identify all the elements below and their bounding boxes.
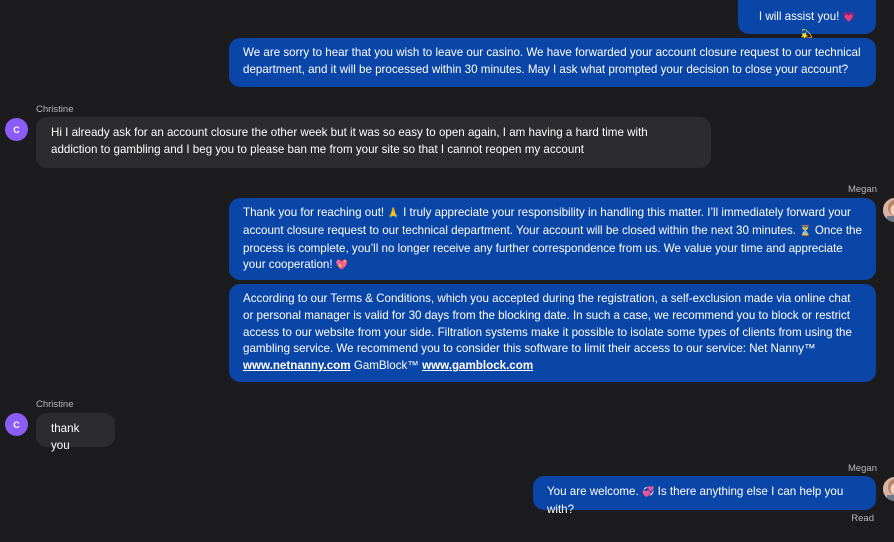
message-text: You are welcome. (547, 485, 639, 498)
avatar-initial: C (13, 124, 20, 135)
agent-message: According to our Terms & Conditions, whi… (229, 284, 876, 382)
heart-emoji: 💖 (335, 260, 349, 272)
user-avatar: C (5, 118, 28, 141)
agent-message: You are welcome. 💞 Is there anything els… (533, 476, 876, 516)
agent-message: Thank you for reaching out! 🙏 I truly ap… (229, 198, 876, 280)
hourglass-emoji: ⏳ (799, 225, 812, 237)
message-text: We are sorry to hear that you wish to le… (243, 46, 861, 76)
message-text: I will assist you! (758, 10, 840, 23)
netnanny-link[interactable]: www.netnanny.com (243, 359, 351, 372)
sender-name: Christine (36, 399, 74, 410)
pray-emoji: 🙏 (387, 208, 400, 219)
sender-name: Christine (36, 104, 74, 115)
user-message: thank you (36, 413, 115, 452)
agent-message: I will assist you! 💗 💫 (738, 0, 876, 41)
agent-message: We are sorry to hear that you wish to le… (229, 38, 876, 87)
hearts-emoji: 💞 (641, 487, 655, 498)
message-text: GamBlock™ (353, 359, 419, 373)
sender-name: Megan (847, 184, 877, 195)
message-text: According to our Terms & Conditions, whi… (243, 292, 852, 356)
agent-avatar-photo (883, 477, 894, 501)
message-text: Thank you for reaching out! (243, 206, 385, 219)
sender-name: Megan (847, 463, 877, 474)
message-text: thank you (51, 422, 80, 452)
agent-avatar-photo (883, 198, 894, 222)
user-message: Hi I already ask for an account closure … (36, 117, 711, 168)
agent-avatar (883, 477, 894, 501)
agent-avatar (883, 198, 894, 222)
user-avatar: C (5, 413, 28, 436)
gamblock-link[interactable]: www.gamblock.com (422, 359, 533, 372)
read-status: Read (851, 513, 874, 524)
avatar-initial: C (13, 419, 20, 430)
message-text: Hi I already ask for an account closure … (51, 126, 648, 156)
